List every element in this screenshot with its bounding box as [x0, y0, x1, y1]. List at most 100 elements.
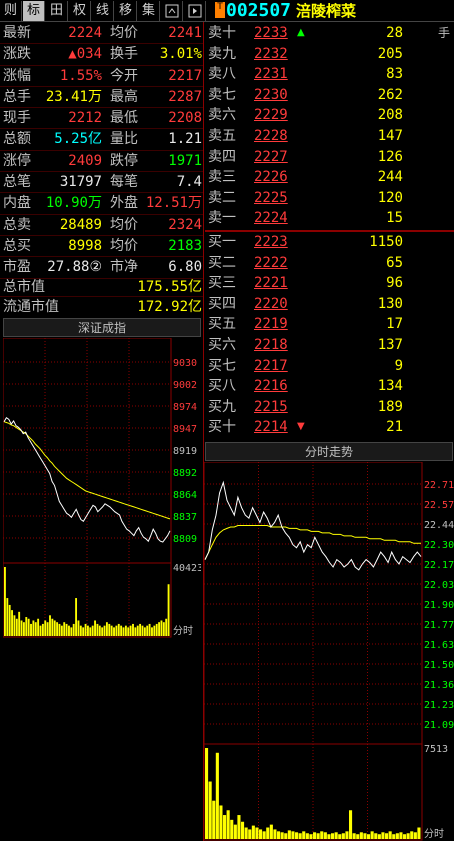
order-price: 2224	[254, 210, 288, 227]
volume-bar	[11, 610, 13, 636]
ask-row[interactable]: 卖四 2227 126	[205, 147, 454, 168]
order-level-label: 买五	[208, 316, 236, 333]
volume-bar	[327, 834, 331, 839]
float-market-cap-label: 流通市值	[3, 299, 59, 315]
volume-bar	[309, 834, 313, 839]
volume-bar	[30, 623, 32, 636]
ask-row[interactable]: 卖九 2232 205	[205, 44, 454, 65]
order-volume: 65	[386, 254, 403, 271]
volume-bar	[208, 781, 212, 839]
price-tick-label: 8864	[173, 490, 197, 501]
quote-label: 总额	[3, 131, 31, 148]
tab-ze[interactable]: 则	[0, 1, 22, 21]
order-volume: 205	[377, 45, 403, 62]
tab-xian[interactable]: 线	[92, 1, 114, 21]
order-level-label: 买二	[208, 254, 236, 271]
panel-toggle-icon[interactable]	[161, 1, 183, 21]
ask-row[interactable]: 卖七 2230 262	[205, 85, 454, 106]
quote-value: 1.55%	[59, 67, 102, 84]
volume-bar	[113, 627, 115, 636]
ask-row[interactable]: 卖三 2226 244	[205, 167, 454, 188]
volume-bar	[129, 625, 132, 636]
intraday-chart-canvas: 22.71 22.57 22.44 22.30 22.17 22.03 21.90 21.77…	[204, 462, 454, 841]
volume-bar	[406, 833, 410, 839]
volume-bar	[6, 598, 9, 636]
ask-row[interactable]: 卖一 2224 15	[205, 208, 454, 229]
order-price: 2214	[254, 419, 288, 436]
bid-row[interactable]: 买一 2223 1150	[205, 232, 454, 253]
stock-name[interactable]: 涪陵榨菜	[296, 0, 356, 22]
price-tick-label: 21.63	[424, 640, 454, 651]
total-market-cap-row: 总市值 175.55亿	[0, 277, 204, 297]
volume-bar	[251, 825, 255, 839]
quote-row: 总卖 28489 均价 2324	[0, 215, 204, 236]
stock-code[interactable]: 002507	[226, 0, 291, 22]
bid-row[interactable]: 买八 2216 134	[205, 376, 454, 397]
volume-bar	[162, 622, 165, 636]
order-volume: 134	[377, 378, 403, 395]
sidebar-toggle-icon[interactable]	[184, 1, 206, 21]
quote-label: 总卖	[3, 216, 31, 233]
ask-row[interactable]: 卖十 2233 28 ▲	[205, 23, 454, 44]
quote-value: 2409	[68, 152, 102, 169]
order-volume: 137	[377, 336, 403, 353]
volume-bar	[316, 833, 320, 839]
volume-bar	[39, 625, 42, 636]
price-tick-label: 9002	[173, 380, 197, 391]
tab-ji[interactable]: 集	[138, 1, 160, 21]
volume-bar	[363, 833, 367, 839]
volume-bar	[413, 832, 417, 839]
quote-label: 每笔	[110, 174, 138, 191]
quote-label: 今开	[110, 67, 138, 84]
index-chart-title[interactable]: 深证成指	[3, 318, 201, 337]
bid-row[interactable]: 买五 2219 17	[205, 314, 454, 335]
bid-row[interactable]: 买九 2215 189	[205, 397, 454, 418]
quote-row: 现手 2212 最低 2208	[0, 108, 204, 130]
volume-bar	[134, 627, 137, 636]
index-chart[interactable]: 9030 9002 8974 8947 8919 8892 8864 8837 8809 4042…	[3, 338, 201, 638]
volume-bar	[105, 622, 108, 636]
order-level-label: 买三	[208, 275, 236, 292]
order-volume: 21	[386, 419, 403, 436]
bid-row[interactable]: 买七 2217 9	[205, 356, 454, 377]
bid-row[interactable]: 买三 2221 96	[205, 273, 454, 294]
volume-bar	[151, 627, 153, 636]
ask-row[interactable]: 卖六 2229 208	[205, 105, 454, 126]
volume-bar	[320, 831, 324, 839]
bid-row[interactable]: 买十 2214 21 ▼	[205, 417, 454, 438]
volume-bar	[244, 827, 248, 839]
ask-row[interactable]: 卖二 2225 120	[205, 188, 454, 209]
volume-bar	[25, 617, 28, 636]
tab-yi[interactable]: 移	[115, 1, 137, 21]
volume-bar	[124, 625, 127, 636]
quote-label: 市盈	[3, 259, 31, 276]
volume-bar	[399, 832, 403, 839]
tab-tian[interactable]: 田	[46, 1, 68, 21]
quote-value: 2217	[168, 67, 202, 84]
volume-bar	[233, 824, 237, 839]
order-level-label: 卖八	[208, 66, 236, 83]
volume-bar	[51, 618, 54, 636]
volume-tick-label: 40423	[173, 563, 201, 574]
bid-row[interactable]: 买六 2218 137	[205, 335, 454, 356]
bid-row[interactable]: 买二 2222 65	[205, 253, 454, 274]
volume-bar	[273, 829, 277, 839]
total-market-cap-value: 175.55亿	[137, 279, 202, 295]
volume-bar	[143, 627, 146, 636]
order-level-label: 卖一	[208, 210, 236, 227]
bid-row[interactable]: 买四 2220 130	[205, 294, 454, 315]
intraday-chart-title[interactable]: 分时走势	[205, 442, 453, 461]
volume-bar	[122, 627, 125, 636]
volume-bar	[266, 827, 270, 839]
order-price: 2222	[254, 254, 288, 271]
ask-row[interactable]: 卖八 2231 83	[205, 64, 454, 85]
tab-biao[interactable]: 标	[23, 1, 45, 21]
volume-bar	[165, 618, 168, 636]
order-price: 2225	[254, 189, 288, 206]
quote-label: 跌停	[110, 152, 138, 169]
order-volume: 9	[394, 357, 403, 374]
ask-row[interactable]: 卖五 2228 147	[205, 126, 454, 147]
volume-bar	[417, 827, 421, 839]
intraday-chart[interactable]: 22.71 22.57 22.44 22.30 22.17 22.03 21.90 21.77…	[204, 462, 454, 841]
tab-quan[interactable]: 权	[69, 1, 91, 21]
